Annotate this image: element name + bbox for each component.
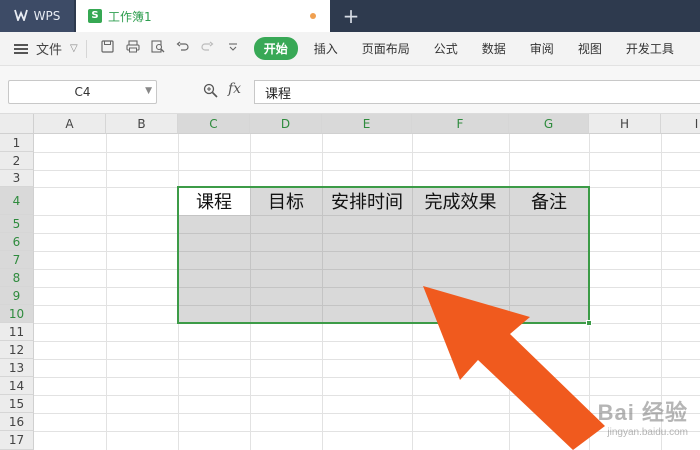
name-box-value: C4 [74, 85, 91, 99]
formula-bar: C4 ▼ fx 课程 [0, 66, 700, 114]
gridline [34, 170, 700, 171]
zoom-icon[interactable] [203, 83, 218, 102]
select-all-corner[interactable] [0, 114, 34, 134]
row-header-8[interactable]: 8 [0, 269, 34, 287]
column-header-h[interactable]: H [589, 114, 661, 134]
row-header-1[interactable]: 1 [0, 134, 34, 152]
spreadsheet-icon: S [88, 9, 102, 23]
row-header-16[interactable]: 16 [0, 413, 34, 431]
title-bar: WPS S 工作簿1 + [0, 0, 700, 32]
name-box[interactable]: C4 ▼ [8, 80, 157, 104]
fill-handle[interactable] [586, 320, 592, 326]
wps-tab-label: WPS [33, 9, 61, 23]
tab-review[interactable]: 审阅 [530, 40, 554, 57]
row-header-6[interactable]: 6 [0, 233, 34, 251]
gridline [34, 152, 700, 153]
print-preview-icon[interactable] [151, 40, 165, 57]
column-header-b[interactable]: B [106, 114, 178, 134]
row-header-15[interactable]: 15 [0, 395, 34, 413]
tab-start[interactable]: 开始 [253, 37, 298, 60]
row-header-12[interactable]: 12 [0, 341, 34, 359]
file-menu[interactable]: 文件 ▽ [0, 39, 78, 58]
file-menu-label: 文件 [36, 43, 63, 58]
tab-page-layout[interactable]: 页面布局 [362, 40, 410, 57]
ribbon-tabs: 插入 页面布局 公式 数据 审阅 视图 开发工具 [314, 40, 698, 57]
redo-icon[interactable] [201, 41, 215, 57]
row-header-13[interactable]: 13 [0, 359, 34, 377]
wps-home-tab[interactable]: WPS [0, 0, 74, 32]
gridline [34, 341, 700, 342]
row-header-4[interactable]: 4 [0, 187, 34, 215]
row-header-2[interactable]: 2 [0, 152, 34, 170]
row-header-17[interactable]: 17 [0, 431, 34, 450]
baidu-jingyan-watermark: Bai 经验 jingyan.baidu.com [598, 395, 688, 438]
column-header-e[interactable]: E [322, 114, 412, 134]
column-header-i[interactable]: I [661, 114, 700, 134]
save-icon[interactable] [101, 40, 115, 57]
tab-data[interactable]: 数据 [482, 40, 506, 57]
row-header-14[interactable]: 14 [0, 377, 34, 395]
print-icon[interactable] [126, 40, 140, 57]
selection-border [177, 186, 590, 324]
formula-input[interactable]: 课程 [254, 80, 700, 104]
column-header-f[interactable]: F [412, 114, 509, 134]
separator [85, 39, 87, 58]
spreadsheet-grid[interactable]: A B C D E F G H I 1 2 3 4 5 6 7 8 9 10 1… [0, 114, 700, 450]
tab-formulas[interactable]: 公式 [434, 40, 458, 57]
chevron-down-icon: ▽ [70, 43, 78, 54]
row-header-11[interactable]: 11 [0, 323, 34, 341]
hamburger-icon [14, 43, 28, 54]
gridline [34, 377, 700, 378]
new-tab-button[interactable]: + [338, 0, 364, 32]
workbook-tab-label: 工作簿1 [108, 9, 152, 24]
tab-view[interactable]: 视图 [578, 40, 602, 57]
workbook-tab[interactable]: S 工作簿1 [76, 0, 330, 32]
customize-toolbar-icon[interactable] [226, 41, 240, 57]
watermark-brand: Bai 经验 [597, 400, 688, 425]
gridline [106, 134, 107, 450]
row-header-7[interactable]: 7 [0, 251, 34, 269]
column-header-c[interactable]: C [178, 114, 250, 134]
unsaved-indicator-icon [310, 13, 316, 19]
chevron-down-icon: ▼ [145, 86, 152, 96]
wps-logo-icon [13, 9, 28, 24]
menu-bar: 文件 ▽ 开始 插入 页面布局 公式 数据 审阅 视图 开发工具 [0, 32, 700, 66]
column-header-d[interactable]: D [250, 114, 322, 134]
row-header-3[interactable]: 3 [0, 170, 34, 187]
insert-function-icon[interactable]: fx [228, 81, 241, 97]
row-header-5[interactable]: 5 [0, 215, 34, 233]
column-header-a[interactable]: A [34, 114, 106, 134]
tab-developer[interactable]: 开发工具 [626, 40, 674, 57]
quick-access-toolbar [101, 40, 240, 57]
undo-icon[interactable] [176, 41, 190, 57]
row-header-10[interactable]: 10 [0, 305, 34, 323]
row-header-9[interactable]: 9 [0, 287, 34, 305]
column-header-g[interactable]: G [509, 114, 589, 134]
watermark-url: jingyan.baidu.com [607, 427, 688, 438]
tab-insert[interactable]: 插入 [314, 40, 338, 57]
gridline [34, 359, 700, 360]
